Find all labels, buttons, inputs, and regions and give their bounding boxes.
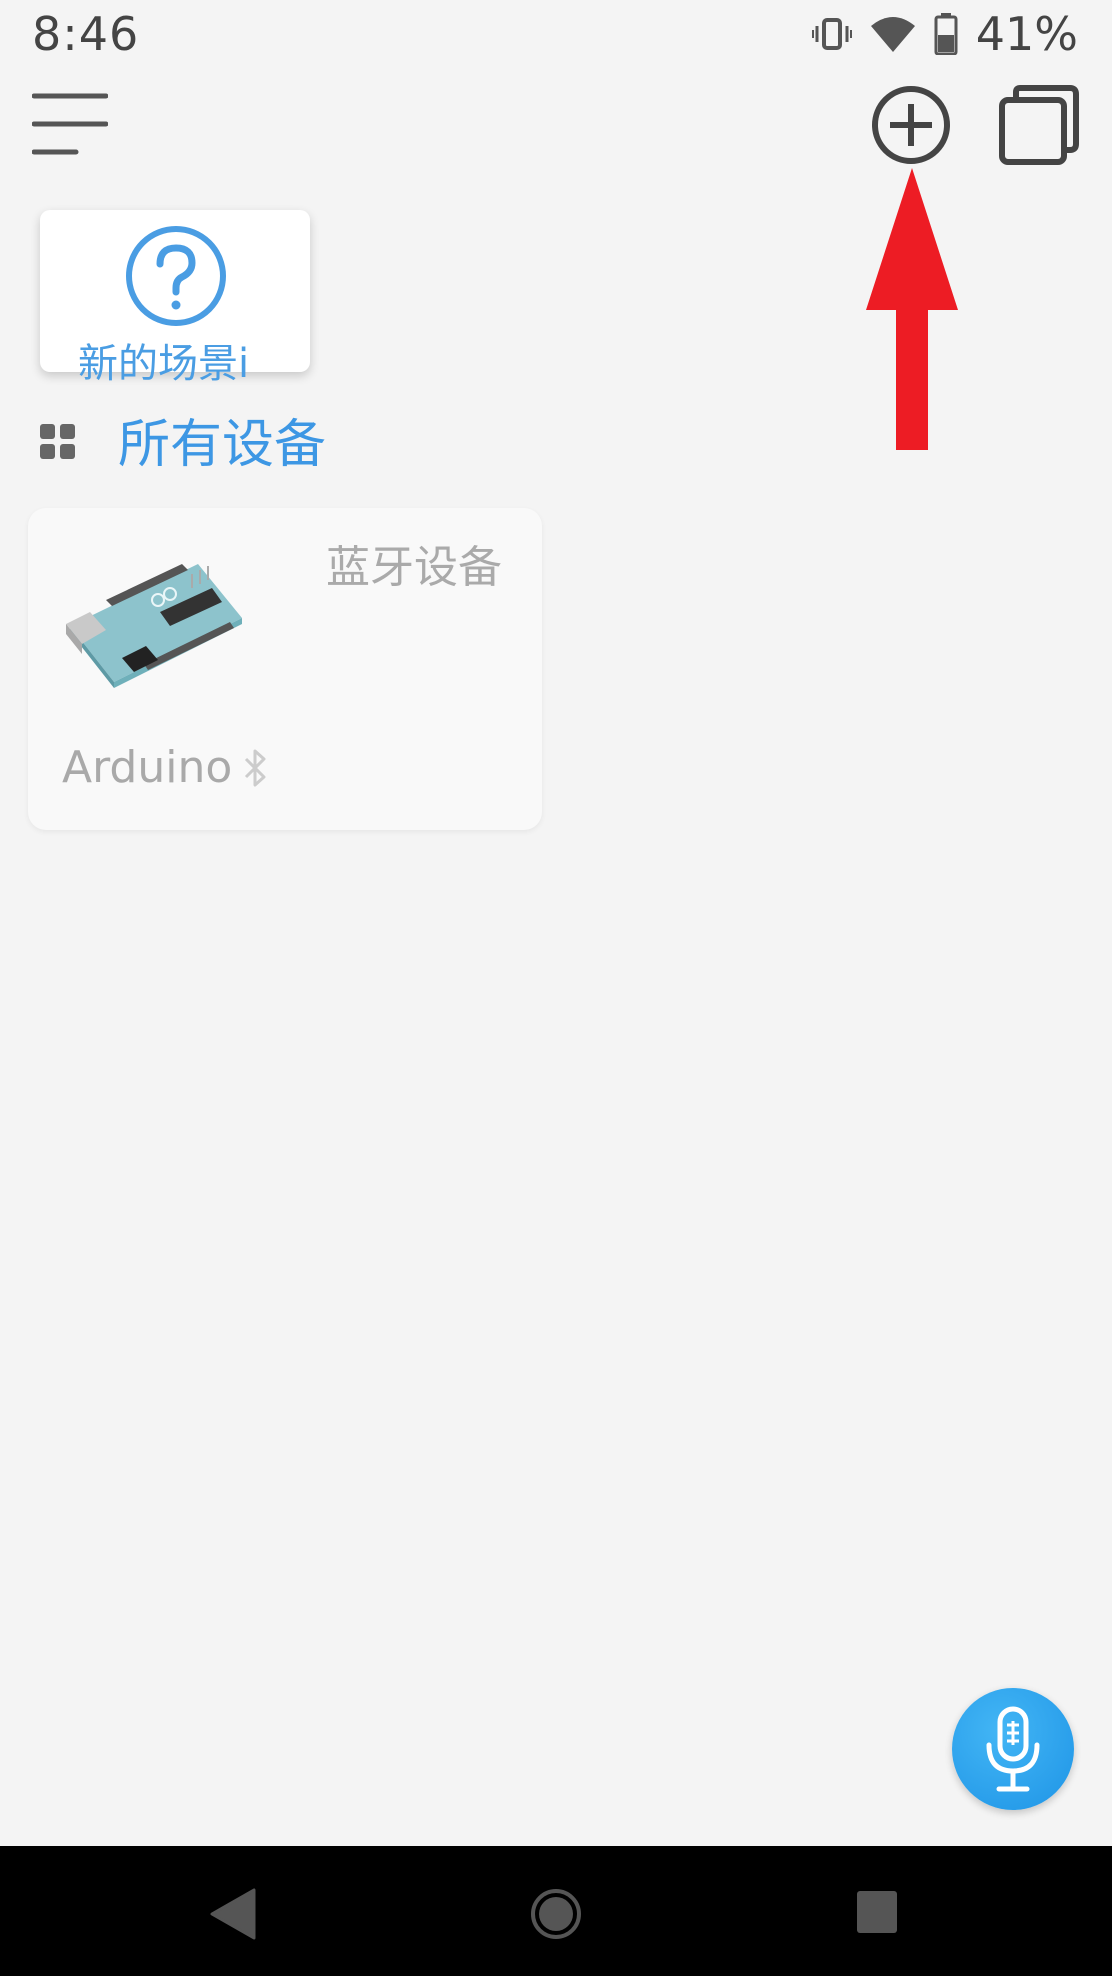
wifi-icon: [870, 17, 915, 52]
device-type-label: 蓝牙设备: [326, 542, 502, 593]
status-icons: 41%: [811, 7, 1078, 61]
vibrate-icon: [811, 18, 852, 50]
annotation-arrow-icon: [866, 168, 958, 450]
battery-icon: [934, 13, 958, 55]
arduino-board-image: [66, 564, 242, 688]
microphone-icon: [986, 1706, 1040, 1792]
section-title: 所有设备: [118, 415, 327, 475]
menu-icon[interactable]: [32, 92, 108, 156]
back-icon[interactable]: [208, 1888, 258, 1940]
battery-percent: 41%: [975, 7, 1078, 61]
device-name-row: Arduino: [62, 736, 270, 800]
question-circle-icon: [126, 226, 226, 326]
home-icon[interactable]: [530, 1888, 582, 1940]
add-circle-icon[interactable]: [870, 84, 952, 166]
recents-icon[interactable]: [856, 1890, 898, 1934]
status-time: 8:46: [32, 7, 140, 61]
voice-input-button[interactable]: [952, 1688, 1074, 1810]
overlay-icon[interactable]: [998, 84, 1080, 166]
bluetooth-icon: [245, 749, 266, 787]
scene-label: 新的场景i: [78, 341, 250, 387]
device-card[interactable]: 蓝牙设备 Arduino: [28, 508, 542, 830]
grid-icon: [40, 424, 75, 459]
device-name: Arduino: [62, 742, 233, 793]
